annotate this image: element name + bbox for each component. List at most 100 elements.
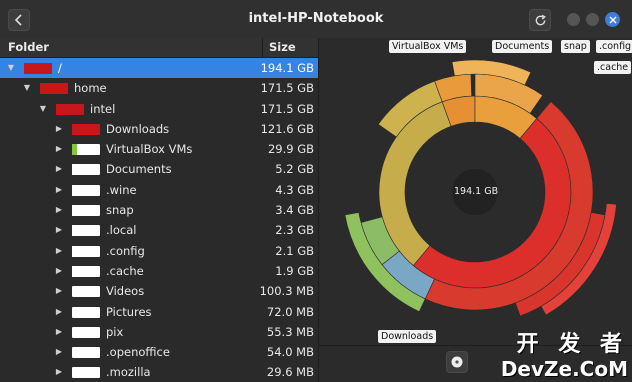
folder-column-header[interactable]: Folder [0, 38, 263, 57]
folder-name: / [58, 61, 62, 75]
expander-open-icon[interactable]: ▼ [6, 58, 16, 78]
chart-tag-downloads: Downloads [378, 330, 437, 343]
folder-size: 29.6 MB [266, 365, 314, 380]
folder-name: intel [90, 101, 116, 116]
size-bar [72, 326, 100, 338]
expander-closed-icon[interactable]: ▶ [54, 342, 64, 362]
size-bar [72, 123, 100, 135]
expander-closed-icon[interactable]: ▶ [54, 362, 64, 382]
chart-tag-cache: .cache [594, 61, 632, 74]
watermark: 开 发 者 DevZe.CoM [501, 332, 628, 380]
folder-size: 55.3 MB [266, 324, 314, 339]
size-bar [24, 63, 52, 74]
folder-size: 171.5 GB [260, 81, 314, 96]
disk-button[interactable] [446, 351, 468, 373]
size-bar [72, 245, 100, 257]
expander-open-icon[interactable]: ▼ [22, 78, 32, 98]
expander-closed-icon[interactable]: ▶ [54, 220, 64, 240]
folder-tree: Folder Size ▼ / 194.1 GB ▼ home 171.5 GB ▼ inte… [0, 38, 318, 382]
folder-size: 171.5 GB [260, 101, 314, 116]
close-button[interactable] [605, 12, 620, 27]
folder-size: 3.4 GB [275, 203, 314, 218]
expander-open-icon[interactable]: ▼ [38, 99, 48, 119]
refresh-button[interactable] [529, 9, 551, 31]
folder-name: snap [106, 203, 134, 218]
folder-name: Videos [106, 284, 145, 299]
tree-row[interactable]: ▶ Documents 5.2 GB [0, 159, 318, 179]
folder-name: home [74, 81, 107, 96]
folder-size: 72.0 MB [266, 304, 314, 319]
chart-tag-documents: Documents [492, 40, 553, 53]
size-bar [40, 83, 68, 95]
folder-name: .config [106, 243, 145, 258]
folder-name: .cache [106, 263, 144, 278]
minimize-button[interactable] [567, 13, 580, 26]
tree-row[interactable]: ▶ Videos 100.3 MB [0, 281, 318, 301]
size-bar [72, 225, 100, 237]
chart-center-label: 194.1 GB [454, 186, 499, 197]
maximize-button[interactable] [586, 13, 599, 26]
tree-row[interactable]: ▶ Pictures 72.0 MB [0, 302, 318, 322]
folder-name: VirtualBox VMs [106, 142, 193, 157]
folder-name: pix [106, 324, 124, 339]
folder-size: 2.1 GB [275, 243, 314, 258]
tree-row[interactable]: ▼ home 171.5 GB [0, 78, 318, 98]
folder-name: .local [106, 223, 137, 238]
size-column-header[interactable]: Size [263, 38, 318, 57]
folder-size: 5.2 GB [275, 162, 314, 177]
size-bar [72, 205, 100, 217]
watermark-en: DevZe.CoM [500, 357, 628, 381]
expander-closed-icon[interactable]: ▶ [54, 119, 64, 139]
tree-rows: ▼ / 194.1 GB ▼ home 171.5 GB ▼ intel 171.5 GB ▶ Do… [0, 58, 318, 382]
expander-closed-icon[interactable]: ▶ [54, 281, 64, 301]
chart-tag-virtualbox: VirtualBox VMs [389, 40, 467, 53]
size-bar [72, 184, 100, 196]
folder-size: 29.9 GB [267, 142, 314, 157]
size-bar [72, 144, 100, 156]
folder-size: 1.9 GB [275, 263, 314, 278]
tree-row[interactable]: ▼ intel 171.5 GB [0, 99, 318, 119]
folder-size: 4.3 GB [275, 182, 314, 197]
expander-closed-icon[interactable]: ▶ [54, 241, 64, 261]
folder-size: 194.1 GB [260, 61, 314, 75]
expander-closed-icon[interactable]: ▶ [54, 200, 64, 220]
disk-icon [451, 356, 463, 368]
size-bar [56, 103, 84, 115]
size-bar [72, 286, 100, 298]
expander-closed-icon[interactable]: ▶ [54, 139, 64, 159]
expander-closed-icon[interactable]: ▶ [54, 180, 64, 200]
folder-size: 2.3 GB [275, 223, 314, 238]
expander-closed-icon[interactable]: ▶ [54, 159, 64, 179]
close-icon [608, 15, 617, 24]
expander-closed-icon[interactable]: ▶ [54, 261, 64, 281]
folder-size: 100.3 MB [259, 284, 314, 299]
folder-name: .openoffice [106, 345, 170, 360]
tree-row[interactable]: ▶ .openoffice 54.0 MB [0, 342, 318, 362]
folder-name: .wine [106, 182, 137, 197]
tree-row[interactable]: ▼ / 194.1 GB [0, 58, 318, 79]
folder-name: Documents [106, 162, 172, 177]
tree-row[interactable]: ▶ snap 3.4 GB [0, 200, 318, 220]
tree-row[interactable]: ▶ Downloads 121.6 GB [0, 119, 318, 139]
folder-size: 54.0 MB [266, 345, 314, 360]
tree-row[interactable]: ▶ .config 2.1 GB [0, 241, 318, 261]
size-bar [72, 164, 100, 176]
tree-row[interactable]: ▶ .cache 1.9 GB [0, 261, 318, 281]
size-bar [72, 367, 100, 379]
chart-tag-snap: snap [561, 40, 590, 53]
expander-closed-icon[interactable]: ▶ [54, 302, 64, 322]
folder-name: Downloads [106, 121, 170, 136]
folder-name: Pictures [106, 304, 152, 319]
folder-name: .mozilla [106, 365, 151, 380]
refresh-icon [535, 14, 546, 25]
tree-row[interactable]: ▶ .wine 4.3 GB [0, 180, 318, 200]
title-bar: intel-HP-Notebook [0, 0, 632, 39]
tree-row[interactable]: ▶ .mozilla 29.6 MB [0, 362, 318, 382]
tree-row[interactable]: ▶ pix 55.3 MB [0, 322, 318, 342]
chart-tag-config: .config [596, 40, 632, 53]
size-bar [72, 265, 100, 277]
tree-row[interactable]: ▶ VirtualBox VMs 29.9 GB [0, 139, 318, 159]
expander-closed-icon[interactable]: ▶ [54, 322, 64, 342]
tree-row[interactable]: ▶ .local 2.3 GB [0, 220, 318, 240]
tree-header: Folder Size [0, 38, 318, 58]
